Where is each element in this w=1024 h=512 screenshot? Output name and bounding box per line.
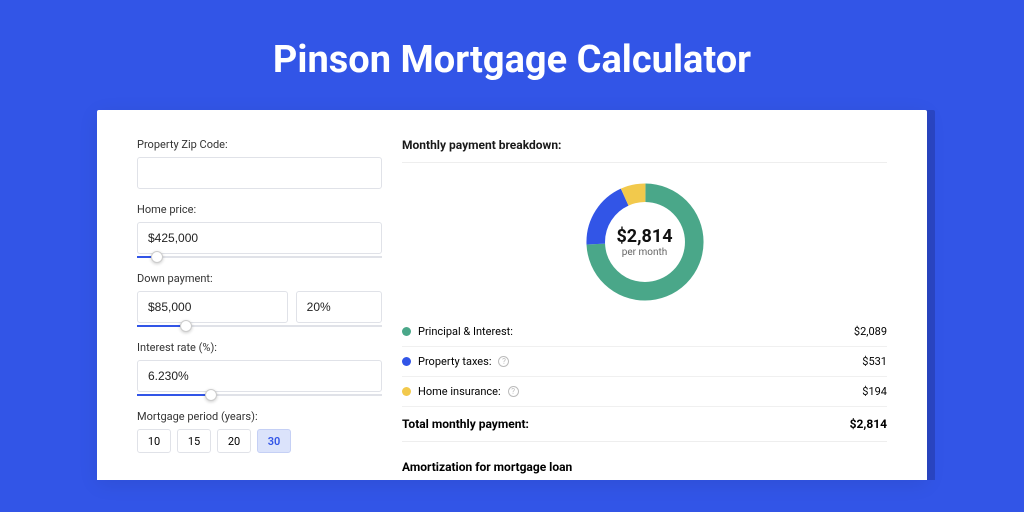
period-label: Mortgage period (years): <box>137 410 382 423</box>
home-price-slider[interactable] <box>137 256 382 258</box>
interest-slider-thumb[interactable] <box>205 389 217 401</box>
down-payment-label: Down payment: <box>137 272 382 285</box>
interest-input[interactable] <box>137 360 382 392</box>
home-price-group: Home price: <box>137 203 382 258</box>
info-icon[interactable]: ? <box>498 356 509 367</box>
page-title: Pinson Mortgage Calculator <box>273 38 751 82</box>
line-item-2: Home insurance:? $194 <box>402 377 887 407</box>
period-option-30[interactable]: 30 <box>257 429 291 453</box>
down-payment-slider-fill <box>137 325 186 327</box>
period-option-15[interactable]: 15 <box>177 429 211 453</box>
down-payment-slider[interactable] <box>137 325 382 327</box>
period-group: Mortgage period (years): 10152030 <box>137 410 382 453</box>
line-item-label-0: Principal & Interest: <box>418 325 513 338</box>
total-row: Total monthly payment: $2,814 <box>402 407 887 442</box>
line-item-1: Property taxes:? $531 <box>402 347 887 377</box>
zip-label: Property Zip Code: <box>137 138 382 151</box>
line-item-dot-1 <box>402 357 411 366</box>
home-price-slider-thumb[interactable] <box>151 251 163 263</box>
line-item-0: Principal & Interest: $2,089 <box>402 317 887 347</box>
total-value: $2,814 <box>850 417 887 431</box>
info-icon[interactable]: ? <box>508 386 519 397</box>
home-price-label: Home price: <box>137 203 382 216</box>
total-label: Total monthly payment: <box>402 417 529 431</box>
line-item-value-2: $194 <box>862 385 887 398</box>
down-payment-group: Down payment: <box>137 272 382 327</box>
page-root: Pinson Mortgage Calculator Property Zip … <box>0 0 1024 512</box>
breakdown-title: Monthly payment breakdown: <box>402 138 887 163</box>
interest-group: Interest rate (%): <box>137 341 382 396</box>
line-item-value-0: $2,089 <box>854 325 887 338</box>
form-panel: Property Zip Code: Home price: Down paym… <box>137 138 382 480</box>
line-items: Principal & Interest: $2,089 Property taxe… <box>402 317 887 407</box>
interest-slider-fill <box>137 394 211 396</box>
period-option-20[interactable]: 20 <box>217 429 251 453</box>
donut-sub: per month <box>622 247 668 258</box>
down-payment-pct-input[interactable] <box>296 291 382 323</box>
period-option-10[interactable]: 10 <box>137 429 171 453</box>
calculator-card: Property Zip Code: Home price: Down paym… <box>97 110 927 480</box>
down-payment-input[interactable] <box>137 291 288 323</box>
donut-wrap: $2,814 per month <box>402 177 887 307</box>
down-payment-slider-thumb[interactable] <box>180 320 192 332</box>
interest-slider[interactable] <box>137 394 382 396</box>
line-item-dot-2 <box>402 387 411 396</box>
breakdown-panel: Monthly payment breakdown: $2,814 per mo… <box>402 138 887 480</box>
interest-label: Interest rate (%): <box>137 341 382 354</box>
zip-input[interactable] <box>137 157 382 189</box>
donut-center: $2,814 per month <box>580 177 710 307</box>
donut-amount: $2,814 <box>616 226 672 247</box>
line-item-label-1: Property taxes: <box>418 355 491 368</box>
amortization-title: Amortization for mortgage loan <box>402 460 887 474</box>
home-price-input[interactable] <box>137 222 382 254</box>
line-item-label-2: Home insurance: <box>418 385 501 398</box>
zip-group: Property Zip Code: <box>137 138 382 189</box>
period-options: 10152030 <box>137 429 382 453</box>
line-item-value-1: $531 <box>862 355 887 368</box>
donut-chart: $2,814 per month <box>580 177 710 307</box>
line-item-dot-0 <box>402 327 411 336</box>
